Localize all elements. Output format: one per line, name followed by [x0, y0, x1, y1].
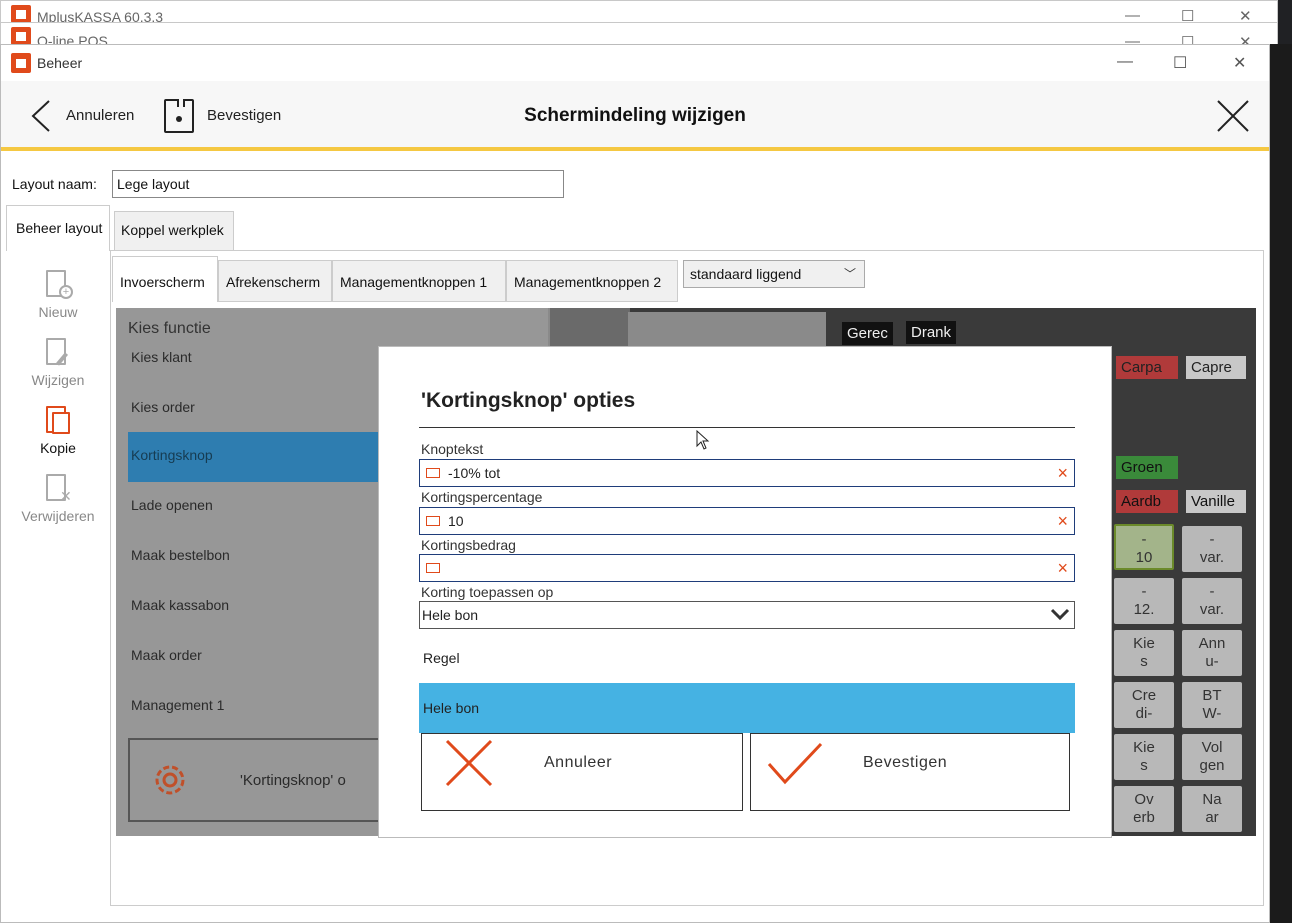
- grid-key-button[interactable]: Kie s: [1114, 630, 1174, 676]
- field-label: Kortingsbedrag: [421, 537, 516, 553]
- field-value: 10: [448, 513, 464, 529]
- layout-name-input[interactable]: Lege layout: [112, 170, 564, 198]
- new-document-icon: +: [42, 268, 74, 300]
- discount-amount-input[interactable]: ×: [419, 554, 1075, 582]
- button-text-input[interactable]: -10% tot ×: [419, 459, 1075, 487]
- grid-key-button[interactable]: Vol gen: [1182, 734, 1242, 780]
- chevron-down-icon: [1050, 608, 1070, 621]
- clear-icon[interactable]: ×: [1057, 463, 1068, 484]
- dropdown-option[interactable]: Hele bon: [419, 683, 1075, 733]
- clear-icon[interactable]: ×: [1057, 558, 1068, 579]
- layout-name-label: Layout naam:: [12, 176, 97, 192]
- gear-icon: [155, 765, 185, 795]
- grid-key-button[interactable]: - var.: [1182, 578, 1242, 624]
- chevron-down-icon: ﹀: [843, 267, 856, 281]
- keyboard-icon[interactable]: [426, 516, 440, 526]
- grid-key-button[interactable]: Ov erb: [1114, 786, 1174, 832]
- tab-invoerscherm[interactable]: Invoerscherm: [112, 256, 218, 302]
- tab-koppel-werkplek[interactable]: Koppel werkplek: [114, 211, 234, 251]
- grid-button[interactable]: Drank: [906, 321, 957, 344]
- minimize-icon[interactable]: —: [1117, 53, 1133, 71]
- function-options-label: 'Kortingsknop' o: [240, 772, 346, 789]
- grid-key-button[interactable]: - 10: [1114, 524, 1174, 570]
- grid-tool-block: [628, 312, 826, 348]
- clear-icon[interactable]: ×: [1057, 511, 1068, 532]
- sidebar-item-nieuw[interactable]: + Nieuw: [6, 268, 110, 320]
- select-value: Hele bon: [422, 607, 479, 623]
- sidebar-item-label: Verwijderen: [21, 508, 95, 524]
- field-label: Kortingspercentage: [421, 489, 543, 505]
- maximize-icon[interactable]: ☐: [1173, 53, 1187, 73]
- sidebar-item-label: Wijzigen: [31, 372, 85, 388]
- tab-managementknoppen-2[interactable]: Managementknoppen 2: [506, 260, 678, 302]
- grid-button[interactable]: Capre: [1186, 356, 1246, 379]
- cancel-label: Annuleer: [544, 754, 613, 771]
- grid-button[interactable]: Aardb: [1116, 490, 1178, 513]
- checkmark-icon: [767, 742, 823, 785]
- sidebar-item-verwijderen[interactable]: ✕ Verwijderen: [6, 472, 110, 524]
- window-title: Beheer: [37, 55, 83, 71]
- app-logo-icon: [11, 27, 31, 45]
- discount-percentage-input[interactable]: 10 ×: [419, 507, 1075, 535]
- sidebar-item-kopie[interactable]: Kopie: [6, 404, 110, 456]
- page-title: Schermindeling wijzigen: [524, 105, 746, 126]
- grid-key-button[interactable]: - 12.: [1114, 578, 1174, 624]
- tab-beheer-layout[interactable]: Beheer layout: [6, 205, 110, 251]
- grid-button[interactable]: Vanille: [1186, 490, 1246, 513]
- title-bar: Beheer — ☐ ✕: [1, 45, 1269, 81]
- grid-tool-block: [550, 308, 630, 348]
- delete-document-icon: ✕: [42, 472, 74, 504]
- keyboard-icon[interactable]: [426, 563, 440, 573]
- cancel-button[interactable]: Annuleer: [421, 733, 743, 811]
- close-icon[interactable]: ✕: [1233, 53, 1246, 73]
- grid-key-button[interactable]: - var.: [1182, 526, 1242, 572]
- toolbar-header: Annuleren Bevestigen Schermindeling wijz…: [1, 81, 1269, 151]
- keyboard-icon[interactable]: [426, 468, 440, 478]
- grid-button[interactable]: Groen: [1116, 456, 1178, 479]
- background-app-edge: [1270, 44, 1292, 923]
- close-icon: [445, 739, 493, 787]
- grid-button[interactable]: Carpa: [1116, 356, 1178, 379]
- confirm-button[interactable]: Bevestigen: [750, 733, 1070, 811]
- grid-key-button[interactable]: Kie s: [1114, 734, 1174, 780]
- grid-button[interactable]: Gerec: [842, 322, 893, 345]
- field-label: Korting toepassen op: [421, 584, 554, 600]
- field-label: Knoptekst: [421, 441, 484, 457]
- apply-discount-select[interactable]: Hele bon: [419, 601, 1075, 629]
- edit-document-icon: [42, 336, 74, 368]
- dropdown-option[interactable]: Regel: [419, 633, 1075, 683]
- grid-key-button[interactable]: Na ar: [1182, 786, 1242, 832]
- app-logo-icon: [11, 5, 31, 23]
- sidebar-item-wijzigen[interactable]: Wijzigen: [6, 336, 110, 388]
- confirm-label: Bevestigen: [863, 754, 948, 771]
- discount-options-dialog: 'Kortingsknop' opties Knoptekst -10% tot…: [378, 346, 1112, 838]
- app-logo-icon: [11, 53, 31, 73]
- grid-key-button[interactable]: BT W-: [1182, 682, 1242, 728]
- tab-afrekenscherm[interactable]: Afrekenscherm: [218, 260, 332, 302]
- orientation-select-value: standaard liggend: [690, 266, 802, 282]
- grid-key-button[interactable]: Ann u-: [1182, 630, 1242, 676]
- orientation-select[interactable]: standaard liggend ﹀: [683, 260, 865, 288]
- tab-managementknoppen-1[interactable]: Managementknoppen 1: [332, 260, 506, 302]
- copy-document-icon: [42, 404, 74, 436]
- close-icon[interactable]: [1216, 99, 1250, 133]
- divider: [419, 427, 1075, 428]
- sidebar-item-label: Nieuw: [38, 304, 78, 320]
- field-value: -10% tot: [448, 465, 501, 481]
- sidebar-item-label: Kopie: [40, 440, 76, 456]
- grid-key-button[interactable]: Cre di-: [1114, 682, 1174, 728]
- mouse-cursor-icon: [696, 430, 710, 450]
- dialog-title: 'Kortingsknop' opties: [421, 389, 636, 412]
